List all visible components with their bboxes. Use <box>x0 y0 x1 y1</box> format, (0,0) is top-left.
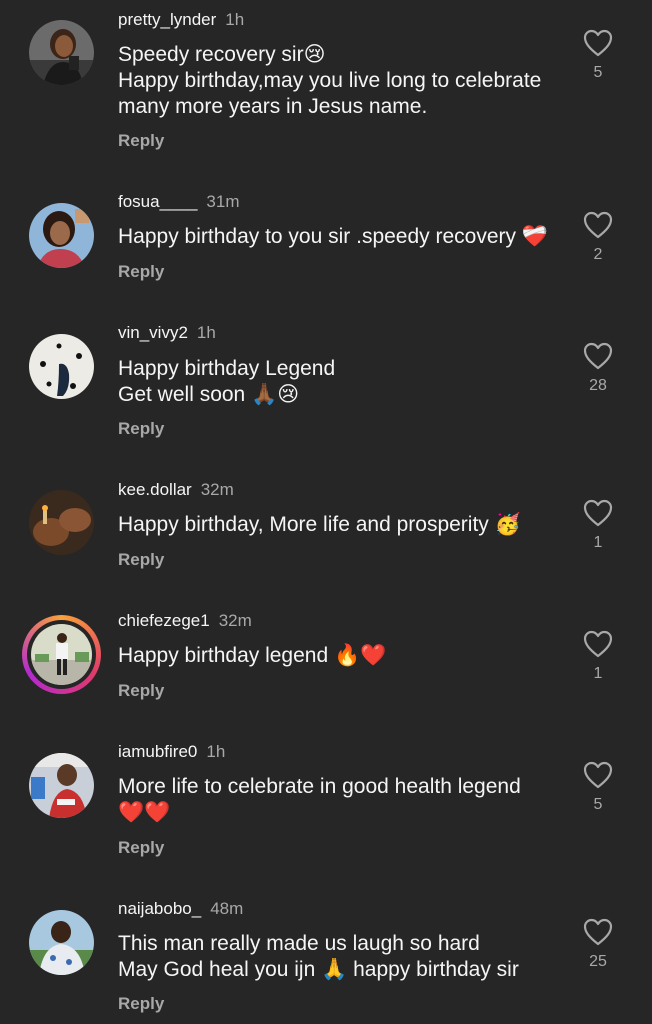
username[interactable]: fosua____ <box>118 192 197 211</box>
username[interactable]: kee.dollar <box>118 480 192 499</box>
like-control: 1 <box>576 630 620 684</box>
like-control: 28 <box>576 342 620 396</box>
timestamp: 1h <box>206 742 226 761</box>
avatar[interactable] <box>29 753 94 818</box>
heart-outline-icon[interactable] <box>576 630 620 658</box>
heart-outline-icon[interactable] <box>576 211 620 239</box>
like-count: 25 <box>589 953 607 970</box>
heart-outline-icon[interactable] <box>576 342 620 370</box>
avatar[interactable] <box>29 203 94 268</box>
reply-button[interactable]: Reply <box>118 261 164 283</box>
like-control: 2 <box>576 211 620 265</box>
like-count: 2 <box>593 246 603 263</box>
heart-outline-icon[interactable] <box>576 918 620 946</box>
like-count: 5 <box>593 796 603 813</box>
avatar[interactable] <box>29 20 94 85</box>
comment-text: Happy birthday Legend Get well soon 🙏🏾😢 <box>118 357 336 406</box>
avatar-story-ring[interactable] <box>22 615 101 694</box>
reply-button[interactable]: Reply <box>118 418 164 440</box>
timestamp: 48m <box>210 899 244 918</box>
avatar[interactable] <box>29 334 94 399</box>
reply-button[interactable]: Reply <box>118 680 164 702</box>
comment-meta: fosua____ 31m <box>118 191 239 213</box>
like-count: 28 <box>589 377 607 394</box>
comment-meta: chiefezege1 32m <box>118 610 252 632</box>
comment-text: This man really made us laugh so hard Ma… <box>118 932 519 981</box>
avatar <box>31 624 92 685</box>
comment-meta: pretty_lynder 1h <box>118 9 244 31</box>
username[interactable]: naijabobo_ <box>118 899 201 918</box>
like-count: 5 <box>593 64 603 81</box>
like-control: 25 <box>576 918 620 972</box>
timestamp: 1h <box>225 10 245 29</box>
like-count: 1 <box>593 665 603 682</box>
reply-button[interactable]: Reply <box>118 549 164 571</box>
heart-outline-icon[interactable] <box>576 499 620 527</box>
reply-button[interactable]: Reply <box>118 837 164 859</box>
username[interactable]: vin_vivy2 <box>118 323 188 342</box>
timestamp: 31m <box>206 192 240 211</box>
comment-text: More life to celebrate in good health le… <box>118 775 521 824</box>
like-control: 1 <box>576 499 620 553</box>
heart-outline-icon[interactable] <box>576 761 620 789</box>
username[interactable]: chiefezege1 <box>118 611 210 630</box>
username[interactable]: iamubfire0 <box>118 742 197 761</box>
like-control: 5 <box>576 761 620 815</box>
heart-outline-icon[interactable] <box>576 29 620 57</box>
comment-meta: vin_vivy2 1h <box>118 322 216 344</box>
comment-meta: iamubfire0 1h <box>118 741 225 763</box>
comment-meta: kee.dollar 32m <box>118 479 234 501</box>
comment-text: Happy birthday to you sir .speedy recove… <box>118 225 549 248</box>
reply-button[interactable]: Reply <box>118 993 164 1015</box>
reply-button[interactable]: Reply <box>118 130 164 152</box>
comment-text: Speedy recovery sir😢 Happy birthday,may … <box>118 43 542 118</box>
story-ring-gap <box>27 620 96 689</box>
timestamp: 32m <box>200 480 234 499</box>
timestamp: 1h <box>196 323 216 342</box>
avatar[interactable] <box>29 910 94 975</box>
comment-meta: naijabobo_ 48m <box>118 898 243 920</box>
username[interactable]: pretty_lynder <box>118 10 216 29</box>
comment-text: Happy birthday, More life and prosperity… <box>118 513 521 536</box>
avatar[interactable] <box>29 490 94 555</box>
timestamp: 32m <box>218 611 252 630</box>
like-count: 1 <box>593 534 603 551</box>
comment-text: Happy birthday legend 🔥❤️ <box>118 644 387 667</box>
like-control: 5 <box>576 29 620 83</box>
